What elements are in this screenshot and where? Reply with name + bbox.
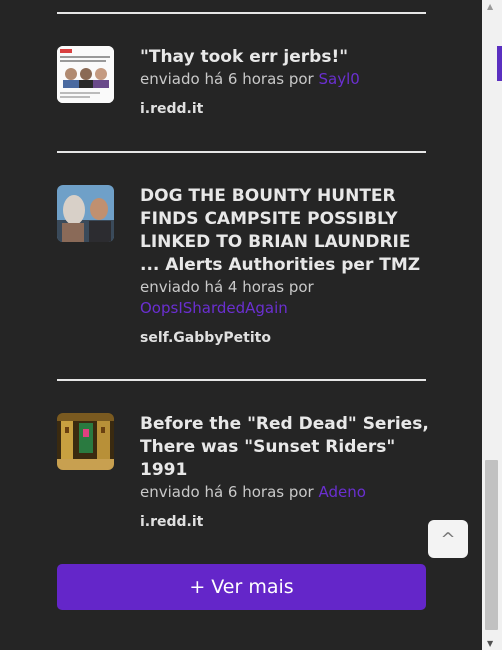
photo-thumbnail-icon: [57, 185, 114, 242]
divider: [57, 379, 426, 381]
post-author-link[interactable]: Adeno: [318, 483, 365, 501]
scroll-down-arrow-icon[interactable]: ▼: [487, 639, 493, 648]
post-title[interactable]: Before the "Red Dead" Series, There was …: [140, 413, 430, 482]
divider: [57, 151, 426, 153]
scroll-up-arrow-icon[interactable]: ▲: [487, 2, 493, 11]
post-meta-prefix: enviado há 6 horas por: [140, 483, 319, 501]
post-meta-prefix: enviado há 6 horas por: [140, 70, 319, 88]
post-author-link[interactable]: OopsIShardedAgain: [140, 299, 288, 317]
background-page-edge: [497, 46, 502, 81]
game-screenshot-icon: [57, 413, 114, 470]
post-domain[interactable]: i.redd.it: [140, 514, 203, 530]
post-meta: enviado há 4 horas por OopsIShardedAgain: [140, 277, 430, 319]
post-domain[interactable]: self.GabbyPetito: [140, 330, 271, 346]
post-domain[interactable]: i.redd.it: [140, 101, 203, 117]
post-list-panel: "Thay took err jerbs!" enviado há 6 hora…: [0, 0, 482, 650]
post-author-link[interactable]: Sayl0: [318, 70, 359, 88]
post-title[interactable]: "Thay took err jerbs!": [140, 46, 430, 69]
post-meta-prefix: enviado há 4 horas por: [140, 278, 314, 296]
post-title[interactable]: DOG THE BOUNTY HUNTER FINDS CAMPSITE POS…: [140, 185, 430, 277]
scrollbar-thumb[interactable]: [485, 460, 498, 630]
scrollbar[interactable]: ▲ ▼: [482, 0, 502, 650]
divider: [57, 12, 426, 14]
post-thumbnail[interactable]: [57, 46, 114, 103]
post-thumbnail[interactable]: [57, 413, 114, 470]
chevron-up-icon: ^: [440, 528, 456, 550]
meme-thumbnail-icon: [57, 46, 114, 103]
post-meta: enviado há 6 horas por Sayl0: [140, 69, 430, 90]
post-meta: enviado há 6 horas por Adeno: [140, 482, 430, 503]
post-thumbnail[interactable]: [57, 185, 114, 242]
see-more-button[interactable]: + Ver mais: [57, 564, 426, 610]
scroll-to-top-button[interactable]: ^: [428, 520, 468, 558]
